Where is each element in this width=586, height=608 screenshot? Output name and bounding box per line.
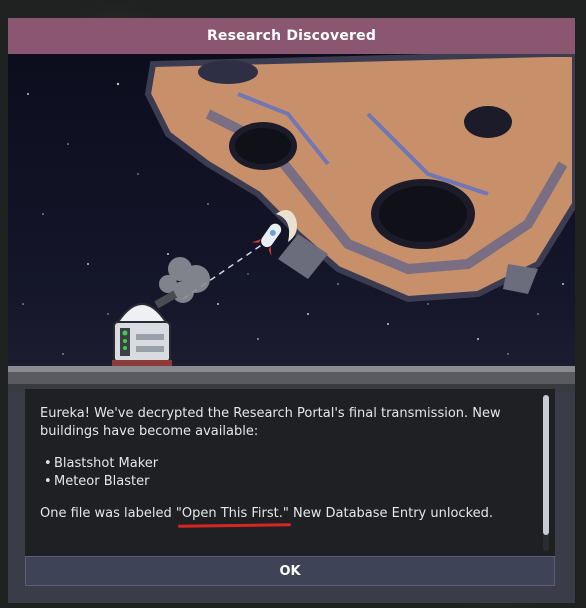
scrollbar-thumb[interactable] — [543, 395, 549, 535]
list-item: Meteor Blaster — [40, 473, 530, 491]
illustration-scene — [8, 54, 575, 392]
dialog-title: Research Discovered — [8, 18, 575, 55]
message-panel: Eureka! We've decrypted the Research Por… — [25, 389, 555, 557]
meteor-blaster-building-illustration — [112, 290, 178, 366]
highlighted-file-name: "Open This First." — [175, 506, 289, 521]
list-item: Blastshot Maker — [40, 455, 530, 473]
footer-text-after: New Database Entry unlocked. — [288, 506, 494, 521]
message-footer: One file was labeled "Open This First." … — [40, 505, 530, 523]
message-body: Eureka! We've decrypted the Research Por… — [40, 405, 530, 523]
footer-text-before: One file was labeled — [40, 506, 176, 521]
message-intro: Eureka! We've decrypted the Research Por… — [40, 406, 501, 439]
scrollbar-track[interactable] — [543, 395, 549, 551]
research-discovered-dialog: Research Discovered Eureka! We've decryp… — [8, 18, 575, 603]
asteroid-illustration — [144, 54, 575, 303]
unlocked-buildings-list: Blastshot Maker Meteor Blaster — [40, 455, 530, 491]
ok-button[interactable]: OK — [25, 556, 555, 586]
